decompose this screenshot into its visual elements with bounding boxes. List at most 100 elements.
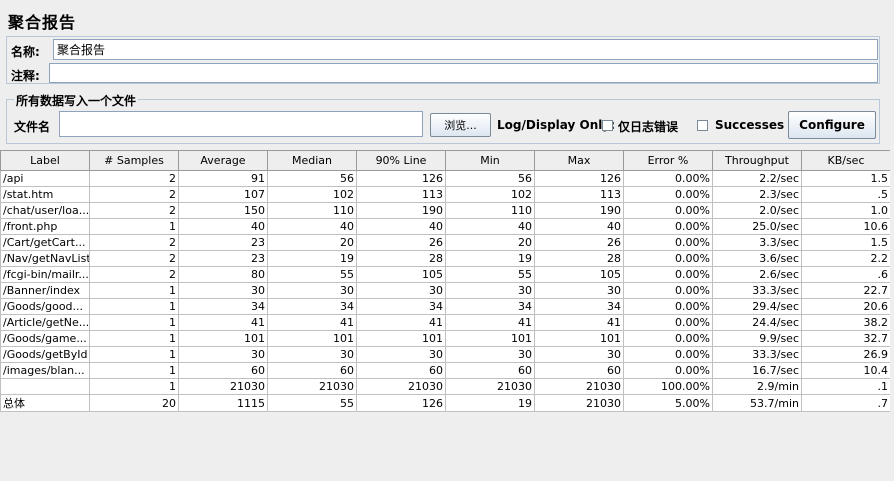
table-row[interactable]: /Nav/getNavList 2 23 19 28 19 28 0.00% 3.6/sec 2.… (0, 250, 891, 267)
table-cell: 190 (534, 202, 624, 219)
table-cell: 30 (445, 346, 535, 363)
table-row[interactable]: /Article/getNe... 1 41 41 41 41 41 0.00% 24.4/se… (0, 314, 891, 331)
column-header[interactable]: Max (534, 150, 624, 171)
table-cell: 2 (89, 266, 179, 283)
table-cell: 53.7/min (712, 394, 802, 412)
table-row[interactable]: 1 21030 21030 21030 21030 21030 100.00% 2.9/min… (0, 378, 891, 395)
table-cell: 190 (356, 202, 446, 219)
table-cell: 32.7 (801, 330, 891, 347)
filename-label: 文件名 (14, 120, 51, 134)
table-cell: 1.5 (801, 170, 891, 187)
table-row[interactable]: /api 2 91 56 126 56 126 0.00% 2.2/sec 1.5 (0, 170, 891, 187)
column-header[interactable]: Min (445, 150, 535, 171)
table-row[interactable]: /Goods/good... 1 34 34 34 34 34 0.00% 29.4/sec 20… (0, 298, 891, 315)
table-cell: 41 (445, 314, 535, 331)
table-cell: 105 (534, 266, 624, 283)
table-cell: 25.0/sec (712, 218, 802, 235)
table-row[interactable]: /Cart/getCart... 2 23 20 26 20 26 0.00% 3.3/sec 1… (0, 234, 891, 251)
table-row[interactable]: /Goods/game... 1 101 101 101 101 101 0.00% 9.9/s… (0, 330, 891, 347)
table-cell: .1 (801, 378, 891, 395)
table-cell: 34 (356, 298, 446, 315)
table-cell: 1.0 (801, 202, 891, 219)
table-cell: 60 (534, 362, 624, 379)
table-row[interactable]: /Banner/index 1 30 30 30 30 30 0.00% 33.3/sec 22.… (0, 282, 891, 299)
table-cell: /Article/getNe... (0, 314, 90, 331)
table-cell: 19 (267, 250, 357, 267)
errors-only-checkbox[interactable] (602, 120, 613, 131)
table-cell: 40 (534, 218, 624, 235)
table-cell: 26 (534, 234, 624, 251)
table-cell: /stat.htm (0, 186, 90, 203)
browse-button[interactable]: 浏览... (430, 113, 491, 137)
page-title: 聚合报告 (8, 13, 77, 32)
name-input[interactable] (53, 39, 878, 60)
table-cell: 2.9/min (712, 378, 802, 395)
table-cell: 20 (445, 234, 535, 251)
table-cell: 23 (178, 234, 268, 251)
table-cell: 29.4/sec (712, 298, 802, 315)
table-cell: 60 (267, 362, 357, 379)
table-cell: 0.00% (623, 234, 713, 251)
table-cell: 30 (356, 282, 446, 299)
column-header[interactable]: Average (178, 150, 268, 171)
table-cell: 1 (89, 218, 179, 235)
comment-input[interactable] (49, 63, 878, 83)
table-cell: /images/blan... (0, 362, 90, 379)
table-row[interactable]: /fcgi-bin/mailr... 2 80 55 105 55 105 0.00% 2.6/… (0, 266, 891, 283)
table-row[interactable]: /front.php 1 40 40 40 40 40 0.00% 25.0/sec 10.6 (0, 218, 891, 235)
table-cell: 2 (89, 234, 179, 251)
table-cell: 30 (267, 346, 357, 363)
table-cell: 1 (89, 282, 179, 299)
table-cell: 41 (356, 314, 446, 331)
table-cell: 2 (89, 250, 179, 267)
column-header[interactable]: Throughput (712, 150, 802, 171)
table-cell: 5.00% (623, 394, 713, 412)
table-cell: 113 (356, 186, 446, 203)
table-cell: 19 (445, 394, 535, 412)
table-cell: 56 (445, 170, 535, 187)
column-header[interactable]: 90% Line (356, 150, 446, 171)
column-header[interactable]: Label (0, 150, 90, 171)
table-row[interactable]: /chat/user/loa... 2 150 110 190 110 190 0.00% 2.… (0, 202, 891, 219)
table-cell: /fcgi-bin/mailr... (0, 266, 90, 283)
table-cell: 0.00% (623, 282, 713, 299)
table-cell (0, 378, 90, 395)
table-row[interactable]: /images/blan... 1 60 60 60 60 60 0.00% 16.7/sec 1… (0, 362, 891, 379)
table-cell: 34 (267, 298, 357, 315)
table-cell: 101 (445, 330, 535, 347)
table-cell: 10.6 (801, 218, 891, 235)
table-cell: 110 (267, 202, 357, 219)
table-cell: 101 (356, 330, 446, 347)
errors-only-label: 仅日志错误 (618, 120, 679, 134)
column-header[interactable]: Median (267, 150, 357, 171)
table-cell: 1 (89, 378, 179, 395)
column-header[interactable]: Error % (623, 150, 713, 171)
successes-label: Successes (715, 118, 785, 132)
table-row[interactable]: /Goods/getById 1 30 30 30 30 30 0.00% 33.3/sec 26… (0, 346, 891, 363)
filename-input[interactable] (59, 111, 423, 137)
name-label: 名称: (11, 45, 40, 59)
table-cell: 2 (89, 202, 179, 219)
table-cell: 3.3/sec (712, 234, 802, 251)
table-row[interactable]: 总体 20 1115 55 126 19 21030 5.00% 53.7/min .7 (0, 394, 891, 412)
table-row[interactable]: /stat.htm 2 107 102 113 102 113 0.00% 2.3/sec .5 (0, 186, 891, 203)
table-cell: 102 (267, 186, 357, 203)
column-header[interactable]: # Samples (89, 150, 179, 171)
table-cell: /Goods/game... (0, 330, 90, 347)
successes-checkbox[interactable] (697, 120, 708, 131)
table-cell: 2.2/sec (712, 170, 802, 187)
table-cell: 0.00% (623, 266, 713, 283)
column-header[interactable]: KB/sec (801, 150, 891, 171)
table-cell: 126 (534, 170, 624, 187)
table-cell: 30 (534, 282, 624, 299)
table-cell: 0.00% (623, 362, 713, 379)
table-cell: 0.00% (623, 314, 713, 331)
table-cell: 21030 (267, 378, 357, 395)
table-cell: 91 (178, 170, 268, 187)
table-cell: /front.php (0, 218, 90, 235)
table-cell: 41 (534, 314, 624, 331)
table-cell: .5 (801, 186, 891, 203)
configure-button[interactable]: Configure (788, 111, 876, 139)
table-cell: /Cart/getCart... (0, 234, 90, 251)
table-cell: 0.00% (623, 298, 713, 315)
